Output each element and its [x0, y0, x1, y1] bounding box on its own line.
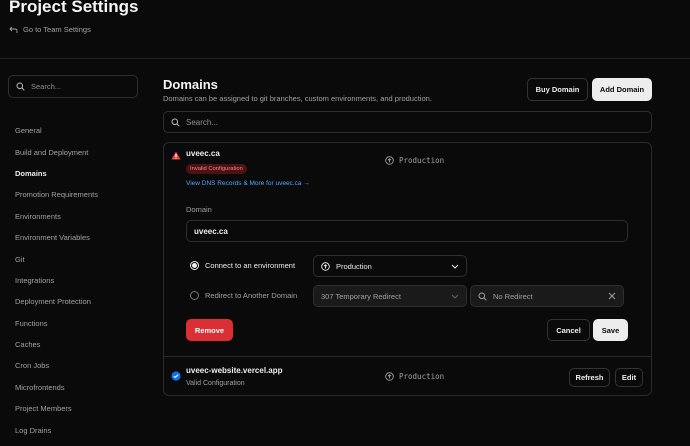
connect-environment-option[interactable]: Connect to an environment: [190, 261, 295, 270]
valid-config-status: Valid Configuration: [186, 380, 245, 387]
sidebar-item-cron-jobs[interactable]: Cron Jobs: [15, 355, 98, 376]
sidebar-search[interactable]: Search...: [8, 75, 138, 98]
environment-select-value: Production: [336, 261, 372, 271]
redirect-radio[interactable]: [190, 291, 199, 300]
search-icon: [478, 292, 487, 301]
add-domain-button[interactable]: Add Domain: [592, 78, 652, 101]
sidebar-item-functions[interactable]: Functions: [15, 313, 98, 334]
redirect-target-placeholder: No Redirect: [493, 291, 533, 301]
sidebar-item-general[interactable]: General: [15, 120, 98, 141]
header-divider: [0, 58, 690, 59]
sidebar-item-caches[interactable]: Caches: [15, 334, 98, 355]
environment-label: Production: [399, 372, 445, 381]
chevron-down-icon: [451, 294, 459, 299]
sidebar-item-log-drains[interactable]: Log Drains: [15, 419, 98, 440]
sidebar-item-domains[interactable]: Domains: [15, 163, 98, 184]
section-title: Domains: [163, 77, 218, 92]
chevron-down-icon: [451, 264, 459, 269]
refresh-button[interactable]: Refresh: [569, 368, 610, 387]
environment-select[interactable]: Production: [313, 255, 467, 277]
environment-label: Production: [399, 156, 445, 165]
view-dns-records-link[interactable]: View DNS Records & More for uveec.ca →: [186, 180, 310, 187]
save-button[interactable]: Save: [593, 319, 628, 341]
upload-circle-icon: [321, 261, 330, 271]
back-link-label: Go to Team Settings: [23, 25, 91, 34]
domain-environment: Production: [385, 156, 444, 165]
sidebar-item-promotion-requirements[interactable]: Promotion Requirements: [15, 184, 98, 205]
domain-search-input[interactable]: Search...: [163, 111, 652, 133]
sidebar-item-environments[interactable]: Environments: [15, 206, 98, 227]
upload-circle-icon: [385, 372, 394, 381]
row-divider: [163, 356, 652, 357]
sidebar-search-placeholder: Search...: [31, 82, 62, 91]
redirect-label: Redirect to Another Domain: [205, 291, 298, 300]
back-arrow-icon: [9, 26, 18, 33]
sidebar-item-microfrontends[interactable]: Microfrontends: [15, 377, 98, 398]
cancel-button[interactable]: Cancel: [547, 319, 590, 341]
domain-name[interactable]: uveec-website.vercel.app: [186, 366, 283, 375]
domain-name[interactable]: uveec.ca: [186, 149, 220, 158]
page-title: Project Settings: [9, 0, 139, 16]
upload-circle-icon: [385, 156, 394, 165]
remove-button[interactable]: Remove: [186, 319, 233, 341]
edit-button[interactable]: Edit: [615, 368, 643, 387]
check-circle-icon: [171, 371, 181, 381]
search-icon: [16, 82, 25, 91]
sidebar-nav: General Build and Deployment Domains Pro…: [15, 120, 98, 441]
connect-radio[interactable]: [190, 261, 199, 270]
redirect-type-select[interactable]: 307 Temporary Redirect: [313, 285, 467, 307]
invalid-config-badge: Invalid Configuration: [186, 164, 247, 174]
section-subtitle: Domains can be assigned to git branches,…: [163, 94, 432, 103]
domain-search-placeholder: Search...: [186, 117, 219, 127]
sidebar-item-environment-variables[interactable]: Environment Variables: [15, 227, 98, 248]
buy-domain-button[interactable]: Buy Domain: [527, 78, 588, 101]
redirect-target-input[interactable]: No Redirect: [470, 285, 624, 307]
sidebar-item-build-and-deployment[interactable]: Build and Deployment: [15, 141, 98, 162]
redirect-type-value: 307 Temporary Redirect: [321, 291, 401, 301]
connect-label: Connect to an environment: [205, 261, 296, 270]
close-icon[interactable]: [608, 292, 616, 300]
sidebar-item-deployment-protection[interactable]: Deployment Protection: [15, 291, 98, 312]
domain-input[interactable]: [186, 220, 628, 242]
sidebar-item-project-members[interactable]: Project Members: [15, 398, 98, 419]
warning-icon: [171, 151, 181, 160]
search-icon: [171, 118, 180, 127]
back-to-team-link[interactable]: Go to Team Settings: [9, 25, 91, 34]
sidebar-item-integrations[interactable]: Integrations: [15, 270, 98, 291]
sidebar-item-git[interactable]: Git: [15, 248, 98, 269]
domain-environment: Production: [385, 372, 444, 381]
redirect-option[interactable]: Redirect to Another Domain: [190, 291, 297, 300]
domain-field-label: Domain: [186, 205, 212, 214]
